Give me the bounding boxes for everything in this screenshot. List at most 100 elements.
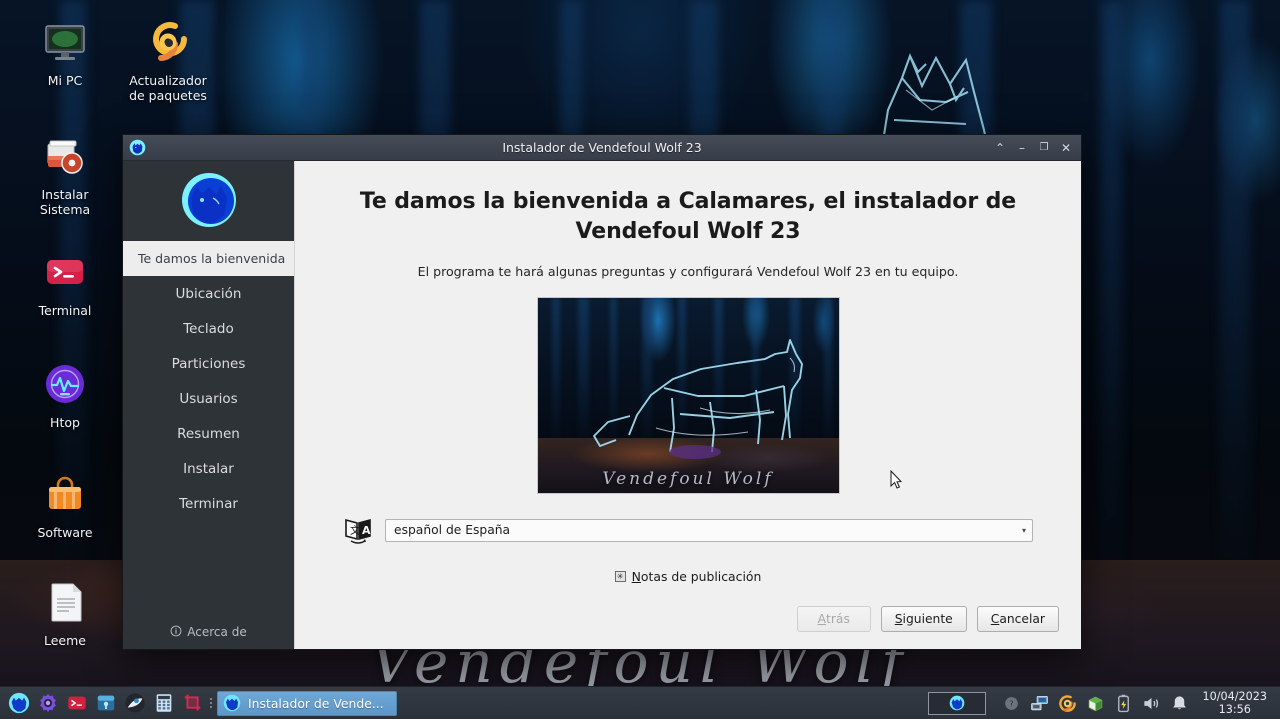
- workspace-pager[interactable]: [927, 691, 986, 715]
- htop-icon: [41, 360, 89, 408]
- desktop-icon-instalar-sistema[interactable]: Instalar Sistema: [12, 132, 118, 217]
- wolf-logo-icon: [223, 694, 241, 712]
- battery-charging-icon[interactable]: [1111, 691, 1136, 716]
- language-select-value: español de España: [394, 523, 511, 537]
- next-button-mnemonic: S: [894, 612, 903, 626]
- installer-sidebar: Te damos la bienvenida Ubicación Teclado…: [123, 161, 295, 649]
- clock[interactable]: 10/04/2023 13:56: [1200, 690, 1270, 716]
- sidebar-item-bienvenida[interactable]: Te damos la bienvenida: [123, 241, 294, 276]
- taskbar-file-manager-icon[interactable]: [91, 689, 120, 718]
- software-icon: [41, 470, 89, 518]
- window-shade-button[interactable]: ⌃: [990, 138, 1010, 158]
- chevron-down-icon: ▾: [1021, 525, 1026, 535]
- taskbar-menu-wolf-icon[interactable]: [4, 689, 33, 718]
- banner-caption: Vendefoul Wolf: [602, 469, 774, 489]
- wolf-logo-icon: [949, 695, 964, 711]
- sidebar-item-particiones[interactable]: Particiones: [123, 346, 294, 381]
- desktop-icon-label: Mi PC: [47, 73, 83, 88]
- sidebar-logo: [123, 161, 294, 239]
- desktop-icon-label: Software: [37, 525, 93, 540]
- desktop-icon-label: Actualizador de paquetes: [129, 73, 207, 103]
- about-link[interactable]: Acerca de: [123, 619, 294, 649]
- window-body: Te damos la bienvenida Ubicación Teclado…: [123, 161, 1081, 649]
- svg-text:文: 文: [350, 524, 360, 537]
- distro-banner-image: Vendefoul Wolf: [536, 297, 840, 494]
- sidebar-item-label: Instalar: [183, 460, 234, 477]
- svg-text:A: A: [362, 524, 371, 537]
- desktop-icon-mi-pc[interactable]: Mi PC: [12, 18, 118, 88]
- desktop-icon-actualizador[interactable]: Actualizador de paquetes: [115, 18, 221, 103]
- sidebar-item-teclado[interactable]: Teclado: [123, 311, 294, 346]
- taskbar-calculator-icon[interactable]: [149, 689, 178, 718]
- desktop-icon-label: Instalar Sistema: [39, 187, 91, 217]
- desktop-icon-label: Leeme: [44, 633, 86, 648]
- page-subtitle: El programa te hará algunas preguntas y …: [417, 264, 959, 279]
- network-icon[interactable]: [1027, 691, 1052, 716]
- cancel-button[interactable]: Cancelar: [976, 606, 1059, 632]
- taskbar-terminal-icon[interactable]: [62, 689, 91, 718]
- wolf-logo-icon: [129, 139, 146, 156]
- sidebar-item-resumen[interactable]: Resumen: [123, 416, 294, 451]
- sidebar-item-label: Te damos la bienvenida: [138, 251, 286, 266]
- desktop-icon-leeme[interactable]: Leeme: [12, 578, 118, 648]
- taskbar-screenshot-icon[interactable]: [178, 689, 207, 718]
- cancel-button-mnemonic: C: [990, 612, 1000, 626]
- clock-date: 10/04/2023: [1202, 690, 1267, 703]
- dialog-footer: Atrás Siguiente Cancelar: [317, 597, 1059, 649]
- sidebar-item-label: Terminar: [179, 495, 238, 512]
- svg-text:?: ?: [1009, 699, 1013, 708]
- sidebar-item-instalar[interactable]: Instalar: [123, 451, 294, 486]
- cancel-button-rest: ancelar: [999, 612, 1045, 626]
- back-button-rest: trás: [826, 612, 850, 626]
- help-icon[interactable]: ?: [999, 691, 1024, 716]
- taskbar-task-installer[interactable]: Instalador de Vende...: [217, 690, 397, 716]
- window-titlebar[interactable]: Instalador de Vendefoul Wolf 23 ⌃ – ❐ ✕: [123, 135, 1081, 161]
- about-label: Acerca de: [187, 625, 247, 639]
- taskbar[interactable]: Instalador de Vende... ? 10/04/2023 13:5…: [0, 686, 1280, 719]
- desktop-icon-software[interactable]: Software: [12, 470, 118, 540]
- taskbar-web-browser-icon[interactable]: [120, 689, 149, 718]
- install-system-icon: [41, 132, 89, 180]
- system-tray: ? 10/04/2023 13:56: [927, 690, 1276, 716]
- installer-window[interactable]: Instalador de Vendefoul Wolf 23 ⌃ – ❐ ✕ …: [122, 134, 1082, 650]
- volume-icon[interactable]: [1139, 691, 1164, 716]
- sidebar-item-label: Teclado: [183, 320, 234, 337]
- package-box-icon[interactable]: [1083, 691, 1108, 716]
- next-button[interactable]: Siguiente: [880, 606, 967, 632]
- desktop-icon-htop[interactable]: Htop: [12, 360, 118, 430]
- release-notes-link[interactable]: ✳ Notas de publicación: [317, 569, 1059, 584]
- page-title: Te damos la bienvenida a Calamares, el i…: [359, 189, 1017, 244]
- release-notes-label: Notas de publicación: [632, 569, 762, 584]
- desktop-icon-label: Htop: [50, 415, 80, 430]
- sidebar-item-label: Particiones: [171, 355, 246, 372]
- sidebar-item-label: Ubicación: [175, 285, 242, 302]
- language-select[interactable]: español de España ▾: [385, 518, 1033, 542]
- wolf-logo-icon: [181, 173, 236, 227]
- language-row: 文 A español de España ▾: [317, 515, 1059, 545]
- window-title: Instalador de Vendefoul Wolf 23: [502, 140, 702, 155]
- banner-wolf-icon: [560, 324, 832, 464]
- monitor-icon: [41, 18, 89, 66]
- star-box-icon: ✳: [614, 571, 626, 582]
- back-button[interactable]: Atrás: [796, 606, 871, 632]
- sidebar-item-terminar[interactable]: Terminar: [123, 486, 294, 521]
- taskbar-settings-gear-icon[interactable]: [33, 689, 62, 718]
- package-updater-icon: [144, 18, 192, 66]
- readme-document-icon: [41, 578, 89, 626]
- window-close-button[interactable]: ✕: [1056, 138, 1076, 158]
- terminal-icon: [41, 248, 89, 296]
- package-updater-icon[interactable]: [1055, 691, 1080, 716]
- release-notes-rest: otas de publicación: [640, 569, 762, 584]
- taskbar-task-label: Instalador de Vende...: [248, 695, 384, 711]
- window-maximize-button[interactable]: ❐: [1034, 138, 1054, 158]
- desktop-icon-terminal[interactable]: Terminal: [12, 248, 118, 318]
- desktop-icon-label: Terminal: [38, 303, 92, 318]
- notification-bell-icon[interactable]: [1167, 691, 1192, 716]
- window-minimize-button[interactable]: –: [1012, 138, 1032, 158]
- release-notes-mnemonic: N: [631, 569, 641, 584]
- sidebar-item-ubicacion[interactable]: Ubicación: [123, 276, 294, 311]
- taskbar-separator: [207, 694, 214, 713]
- sidebar-nav: Te damos la bienvenida Ubicación Teclado…: [123, 239, 294, 521]
- sidebar-item-usuarios[interactable]: Usuarios: [123, 381, 294, 416]
- clock-time: 13:56: [1218, 703, 1251, 716]
